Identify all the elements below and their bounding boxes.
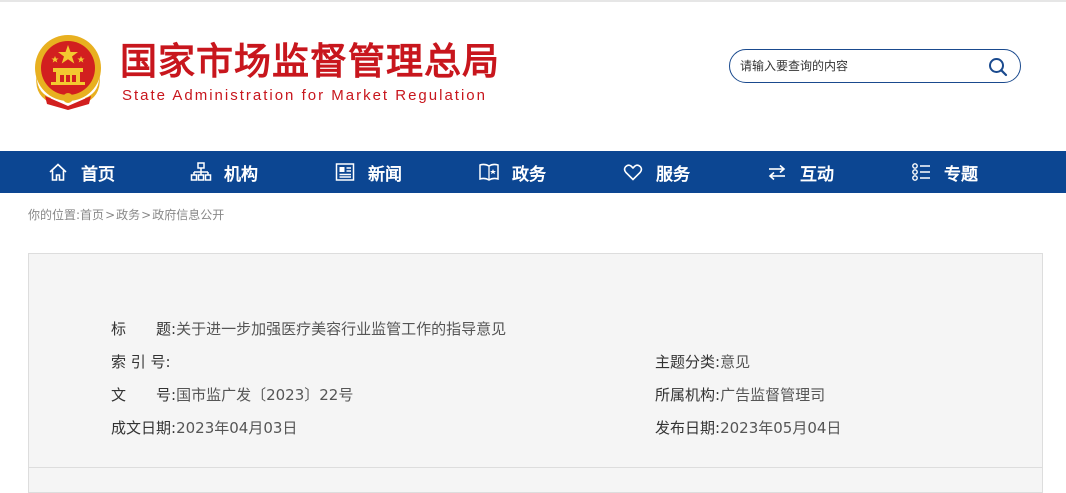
document-title: 关于进一步加强医疗美容行业监管工作的指导意见 — [176, 320, 507, 338]
nav-label: 政务 — [512, 164, 546, 185]
national-emblem-icon — [35, 35, 101, 110]
created-label: 成文日期: — [111, 419, 177, 437]
published-label: 发布日期: — [655, 419, 721, 437]
info-row-docno: 文 号:国市监广发〔2023〕22号 — [111, 384, 353, 405]
info-row-org: 所属机构:广告监督管理司 — [655, 384, 825, 405]
nav-label: 新闻 — [368, 164, 402, 185]
nav-item-home[interactable]: 首页 — [47, 151, 115, 193]
search-box — [729, 49, 1021, 83]
heart-icon — [623, 164, 643, 181]
created-value: 2023年04月03日 — [176, 419, 298, 437]
news-icon — [335, 163, 355, 181]
site-header: 国家市场监督管理总局 State Administration for Mark… — [0, 0, 1066, 151]
book-icon — [479, 163, 499, 181]
org-value: 广告监督管理司 — [720, 386, 826, 404]
breadcrumb-link-home[interactable]: 首页 — [80, 208, 104, 222]
org-label: 所属机构: — [655, 386, 721, 404]
nav-label: 服务 — [656, 164, 690, 185]
document-info-panel: 标 题:关于进一步加强医疗美容行业监管工作的指导意见 索 引 号: 主题分类:意… — [28, 253, 1043, 493]
search-input[interactable] — [740, 56, 980, 76]
index-label: 索 引 号: — [111, 353, 171, 371]
info-row-created: 成文日期:2023年04月03日 — [111, 417, 297, 438]
breadcrumb-link-disclosure[interactable]: 政府信息公开 — [152, 208, 224, 222]
nav-item-org[interactable]: 机构 — [190, 151, 258, 193]
nav-item-topics[interactable]: 专题 — [910, 151, 978, 193]
breadcrumb-link-government[interactable]: 政务 — [116, 208, 140, 222]
breadcrumb-separator: > — [141, 208, 152, 222]
breadcrumb-separator: > — [105, 208, 116, 222]
topic-value: 意见 — [720, 353, 751, 371]
site-subtitle: State Administration for Market Regulati… — [122, 87, 487, 104]
nav-label: 专题 — [944, 164, 978, 185]
published-value: 2023年05月04日 — [720, 419, 842, 437]
title-label: 标 题: — [111, 320, 177, 338]
docno-value: 国市监广发〔2023〕22号 — [176, 386, 354, 404]
breadcrumb-prefix: 你的位置: — [28, 208, 81, 222]
nav-item-interaction[interactable]: 互动 — [766, 151, 834, 193]
topic-label: 主题分类: — [655, 353, 721, 371]
nav-item-government[interactable]: 政务 — [478, 151, 546, 193]
divider — [29, 467, 1042, 468]
breadcrumb: 你的位置:首页>政务>政府信息公开 — [28, 206, 224, 223]
nav-label: 机构 — [224, 164, 258, 185]
nav-item-service[interactable]: 服务 — [622, 151, 690, 193]
info-row-topic: 主题分类:意见 — [655, 351, 750, 372]
docno-label: 文 号: — [111, 386, 177, 404]
info-row-index: 索 引 号: — [111, 351, 171, 372]
nav-item-news[interactable]: 新闻 — [334, 151, 402, 193]
info-row-title: 标 题:关于进一步加强医疗美容行业监管工作的指导意见 — [111, 318, 506, 339]
info-row-published: 发布日期:2023年05月04日 — [655, 417, 841, 438]
search-icon[interactable] — [988, 57, 1008, 77]
nav-label: 首页 — [81, 164, 115, 185]
org-chart-icon — [190, 162, 212, 181]
exchange-icon — [768, 164, 786, 181]
list-icon — [912, 163, 930, 181]
nav-label: 互动 — [800, 164, 834, 185]
main-nav: 首页 机构 新闻 政务 服务 互动 专题 — [0, 151, 1066, 193]
site-title: 国家市场监督管理总局 — [120, 40, 500, 83]
home-icon — [49, 163, 67, 181]
